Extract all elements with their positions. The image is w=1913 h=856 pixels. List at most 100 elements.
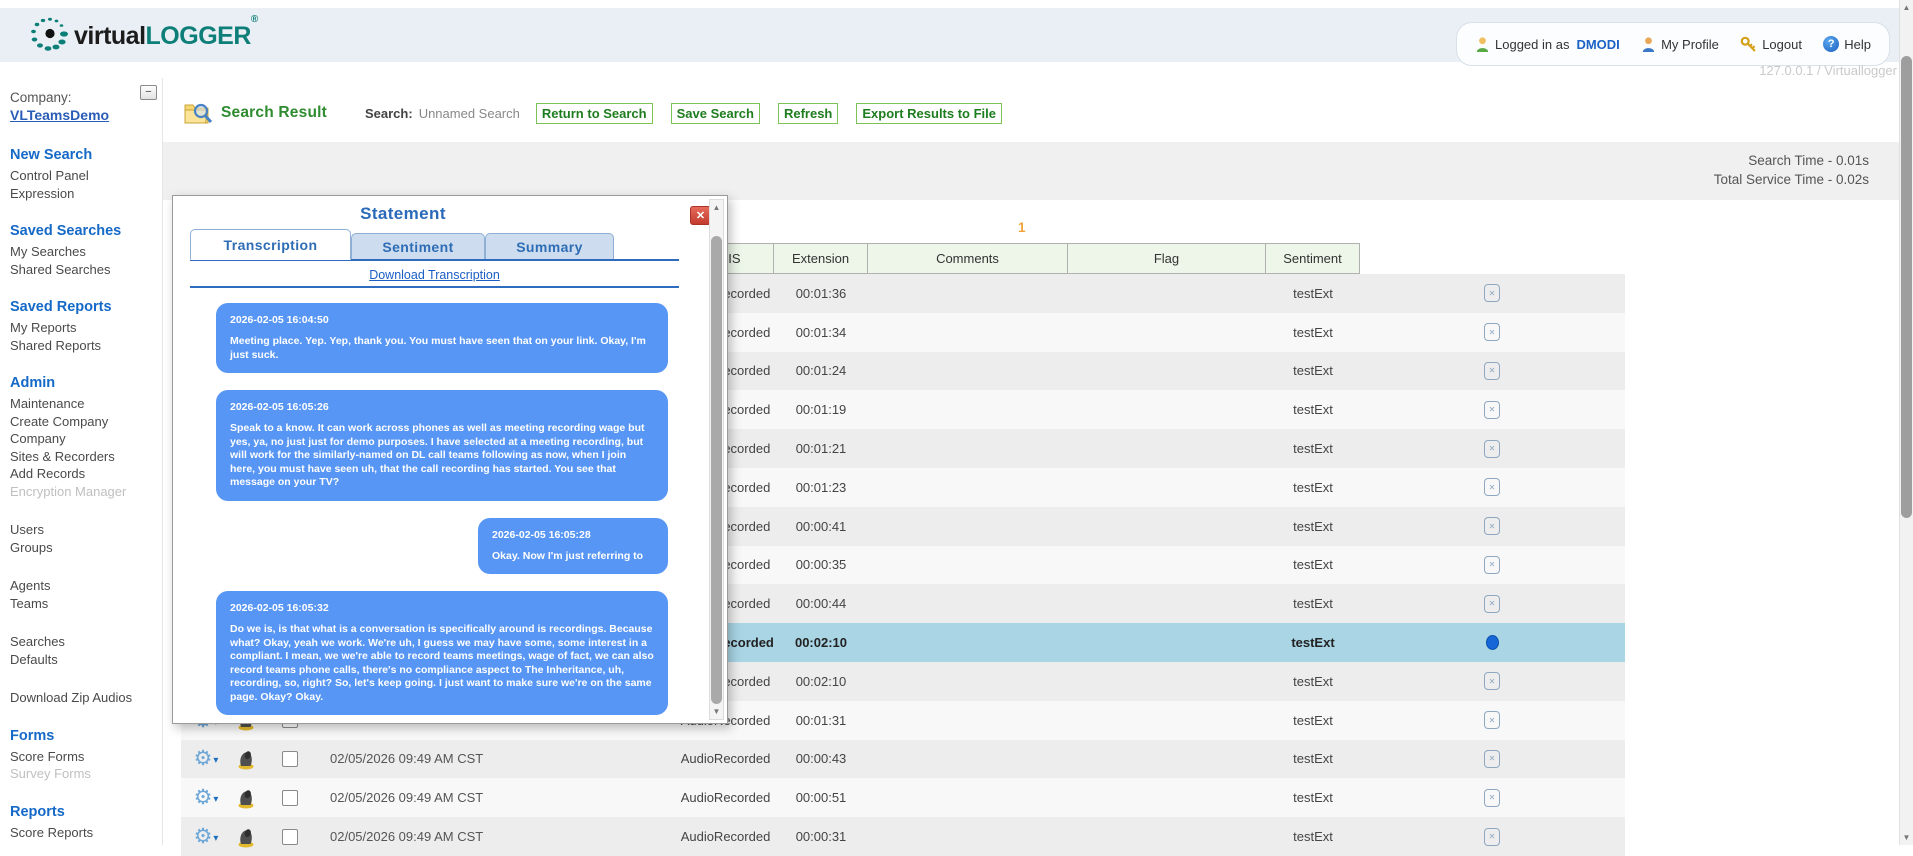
sidebar-group: UsersGroups [10,521,162,556]
column-header-comments[interactable]: Comments [867,243,1068,274]
audio-speaker-icon[interactable] [235,748,257,770]
extension-cell: testExt [1266,701,1360,740]
tab-transcription[interactable]: Transcription [190,229,351,260]
ani-cell [868,507,1068,546]
dialog-scrollbar[interactable]: ▲ ▼ [709,199,724,720]
sidebar-item-users[interactable]: Users [10,521,162,539]
sidebar-collapse-button[interactable]: − [140,85,157,100]
chat-bubble: 2026-02-05 16:05:28Okay. Now I'm just re… [478,518,668,575]
sentiment-cell [1524,662,1625,701]
flag-cell: ✕ [1460,817,1524,856]
server-info: 127.0.0.1 / Virtuallogger [1759,63,1897,78]
play-gear-icon[interactable]: ⚙▾ [194,748,213,769]
sentiment-cell [1524,778,1625,817]
sidebar-item-shared-searches[interactable]: Shared Searches [10,261,162,279]
flag-cell: ✕ [1460,507,1524,546]
speaker-cell [225,740,267,779]
comments-cell [1360,546,1460,585]
duration-cell: 00:01:36 [774,274,868,313]
flag-cell: ✕ [1460,662,1524,701]
comments-cell [1360,740,1460,779]
my-profile-button[interactable]: My Profile [1641,36,1719,53]
pagination-page-1[interactable]: 1 [1018,220,1026,235]
flag-empty-icon: ✕ [1484,711,1500,729]
sidebar-item-searches[interactable]: Searches [10,633,162,651]
scroll-down-icon[interactable]: ▼ [1900,830,1913,845]
sidebar-item-download-zip-audios[interactable]: Download Zip Audios [10,689,162,707]
download-transcription-link[interactable]: Download Transcription [369,268,500,282]
sidebar-group: Download Zip Audios [10,689,162,707]
extension-cell: testExt [1266,390,1360,429]
row-checkbox[interactable] [282,751,298,767]
audio-speaker-icon[interactable] [235,826,257,848]
save-search-button[interactable]: Save Search [671,103,760,124]
dnis-cell [1068,546,1266,585]
ani-cell [868,662,1068,701]
play-gear-icon[interactable]: ⚙▾ [194,826,213,847]
row-checkbox[interactable] [282,829,298,845]
search-result-icon [183,100,213,126]
table-row[interactable]: ⚙▾02/05/2026 09:49 AM CSTAudioRecorded00… [181,817,1625,856]
audio-speaker-icon[interactable] [235,787,257,809]
sidebar-item-my-reports[interactable]: My Reports [10,319,162,337]
flag-cell: ✕ [1460,313,1524,352]
sentiment-cell [1524,274,1625,313]
company-name-link[interactable]: VLTeamsDemo [10,107,162,123]
flag-empty-icon: ✕ [1484,672,1500,690]
statement-dialog: Statement ✕ TranscriptionSentimentSummar… [172,195,728,724]
extension-cell: testExt [1266,468,1360,507]
export-results-to-file-button[interactable]: Export Results to File [856,103,1002,124]
sentiment-cell [1524,352,1625,391]
table-row[interactable]: ⚙▾02/05/2026 09:49 AM CSTAudioRecorded00… [181,740,1625,779]
sidebar-item-teams[interactable]: Teams [10,595,162,613]
message-timestamp: 2026-02-05 16:04:50 [230,314,654,326]
flag-cell: ✕ [1460,584,1524,623]
scroll-up-icon[interactable]: ▲ [710,200,723,215]
dialog-scrollbar-thumb[interactable] [711,236,722,704]
play-gear-icon[interactable]: ⚙▾ [194,787,213,808]
sidebar-item-agents[interactable]: Agents [10,577,162,595]
comments-cell [1360,507,1460,546]
app-logo[interactable]: virtualLOGGER ® [28,16,258,56]
sidebar-group: AdminMaintenanceCreate CompanyCompanySit… [10,375,162,500]
my-profile-label: My Profile [1661,37,1719,52]
tab-summary[interactable]: Summary [485,233,614,260]
row-checkbox[interactable] [282,790,298,806]
dialog-close-button[interactable]: ✕ [690,206,711,225]
sidebar-item-company[interactable]: Company [10,430,162,448]
duration-cell: 00:00:31 [774,817,868,856]
duration-cell: 00:00:43 [774,740,868,779]
scroll-up-icon[interactable]: ▲ [1900,0,1913,15]
refresh-button[interactable]: Refresh [778,103,838,124]
tab-sentiment[interactable]: Sentiment [351,233,485,260]
sidebar-item-score-forms[interactable]: Score Forms [10,748,162,766]
column-header-extension[interactable]: Extension [773,243,868,274]
help-button[interactable]: ? Help [1823,36,1871,52]
sidebar-item-control-panel[interactable]: Control Panel [10,167,162,185]
comments-cell [1360,313,1460,352]
comments-cell [1360,778,1460,817]
sidebar-item-create-company[interactable]: Create Company [10,413,162,431]
flag-empty-icon: ✕ [1484,362,1500,380]
column-header-flag[interactable]: Flag [1067,243,1266,274]
sidebar-item-defaults[interactable]: Defaults [10,651,162,669]
page-scrollbar-thumb[interactable] [1901,56,1912,518]
comments-cell [1360,701,1460,740]
scroll-down-icon[interactable]: ▼ [710,704,723,719]
sidebar-item-shared-reports[interactable]: Shared Reports [10,337,162,355]
sidebar-item-score-reports[interactable]: Score Reports [10,824,162,842]
sidebar-item-expression[interactable]: Expression [10,185,162,203]
sidebar-item-maintenance[interactable]: Maintenance [10,395,162,413]
sidebar-item-my-searches[interactable]: My Searches [10,243,162,261]
return-to-search-button[interactable]: Return to Search [536,103,653,124]
page-scrollbar[interactable]: ▲ ▼ [1899,0,1913,845]
sidebar-item-add-records[interactable]: Add Records [10,465,162,483]
table-row[interactable]: ⚙▾02/05/2026 09:49 AM CSTAudioRecorded00… [181,778,1625,817]
sentiment-cell [1524,507,1625,546]
sidebar-item-groups[interactable]: Groups [10,539,162,557]
column-header-sentiment[interactable]: Sentiment [1265,243,1360,274]
logout-button[interactable]: Logout [1740,36,1802,53]
sidebar-item-sites-recorders[interactable]: Sites & Recorders [10,448,162,466]
extension-cell: testExt [1266,352,1360,391]
dnis-cell [1068,740,1266,779]
